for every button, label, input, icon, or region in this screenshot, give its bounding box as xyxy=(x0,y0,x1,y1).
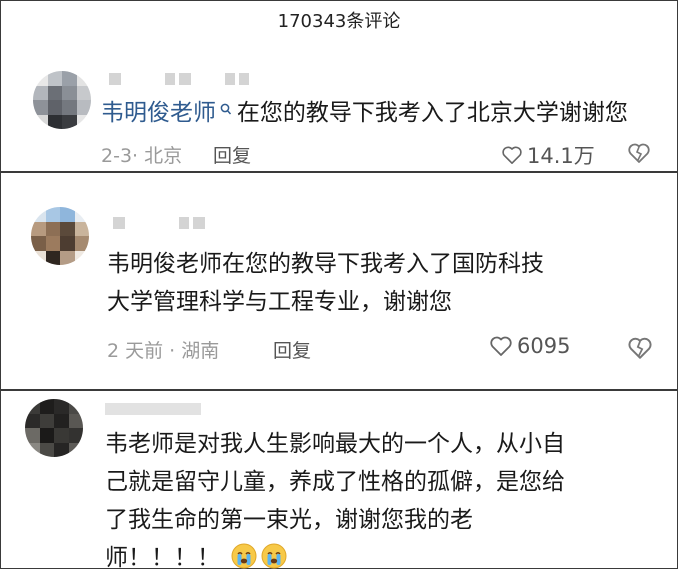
comment-line: 韦明俊老师在您的教导下我考入了国防科技 xyxy=(107,251,544,277)
blurred-username[interactable] xyxy=(113,217,209,231)
heart-icon xyxy=(501,145,523,165)
like-count: 14.1万 xyxy=(527,144,595,168)
crying-emoji-icon xyxy=(261,543,287,569)
comment-text: 韦老师是对我人生影响最大的一个人，从小自 己就是留守儿童，养成了性格的孤僻，是您… xyxy=(105,425,565,577)
comment-text: 韦明俊老师 在您的教导下我考入了北京大学谢谢您 xyxy=(101,94,628,132)
comment-panel-2: 韦明俊老师在您的教导下我考入了国防科技 大学管理科学与工程专业，谢谢您 2 天前… xyxy=(0,172,678,390)
avatar[interactable] xyxy=(33,71,91,129)
comment-line: 师！！！！ xyxy=(105,545,220,571)
comment-panel-3: 韦老师是对我人生影响最大的一个人，从小自 己就是留守儿童，养成了性格的孤僻，是您… xyxy=(0,390,678,571)
comment-panel-1: 170343条评论 韦明俊老师 在您的教导下我考入了北京大学谢谢您 2-3· 北… xyxy=(0,0,678,172)
reply-button[interactable]: 回复 xyxy=(273,336,311,363)
comment-line: 大学管理科学与工程专业，谢谢您 xyxy=(107,289,452,315)
broken-heart-icon[interactable] xyxy=(627,336,653,364)
broken-heart-icon[interactable] xyxy=(627,142,651,168)
reply-button[interactable]: 回复 xyxy=(213,141,251,168)
avatar[interactable] xyxy=(31,207,89,265)
comment-line: 韦老师是对我人生影响最大的一个人，从小自 xyxy=(105,431,565,457)
blurred-username[interactable] xyxy=(105,403,205,417)
comment-text: 韦明俊老师在您的教导下我考入了国防科技 大学管理科学与工程专业，谢谢您 xyxy=(107,245,544,321)
avatar[interactable] xyxy=(25,399,83,457)
comment-line: 了我生命的第一束光，谢谢您我的老 xyxy=(105,507,473,533)
comment-date-location: 2-3· 北京 xyxy=(101,145,183,167)
heart-icon xyxy=(489,335,513,357)
blurred-username[interactable] xyxy=(109,73,253,87)
comment-line: 己就是留守儿童，养成了性格的孤僻，是您给 xyxy=(105,469,565,495)
mention-link[interactable]: 韦明俊老师 xyxy=(101,100,216,126)
like-button[interactable]: 6095 xyxy=(489,334,570,358)
like-button[interactable]: 14.1万 xyxy=(501,140,595,170)
comment-count-title: 170343条评论 xyxy=(277,11,401,32)
like-count: 6095 xyxy=(517,334,571,358)
crying-emoji-icon xyxy=(231,543,257,569)
comment-body: 在您的教导下我考入了北京大学谢谢您 xyxy=(236,100,628,126)
comment-date-location: 2 天前 · 湖南 xyxy=(107,340,220,362)
search-icon[interactable] xyxy=(216,103,237,121)
